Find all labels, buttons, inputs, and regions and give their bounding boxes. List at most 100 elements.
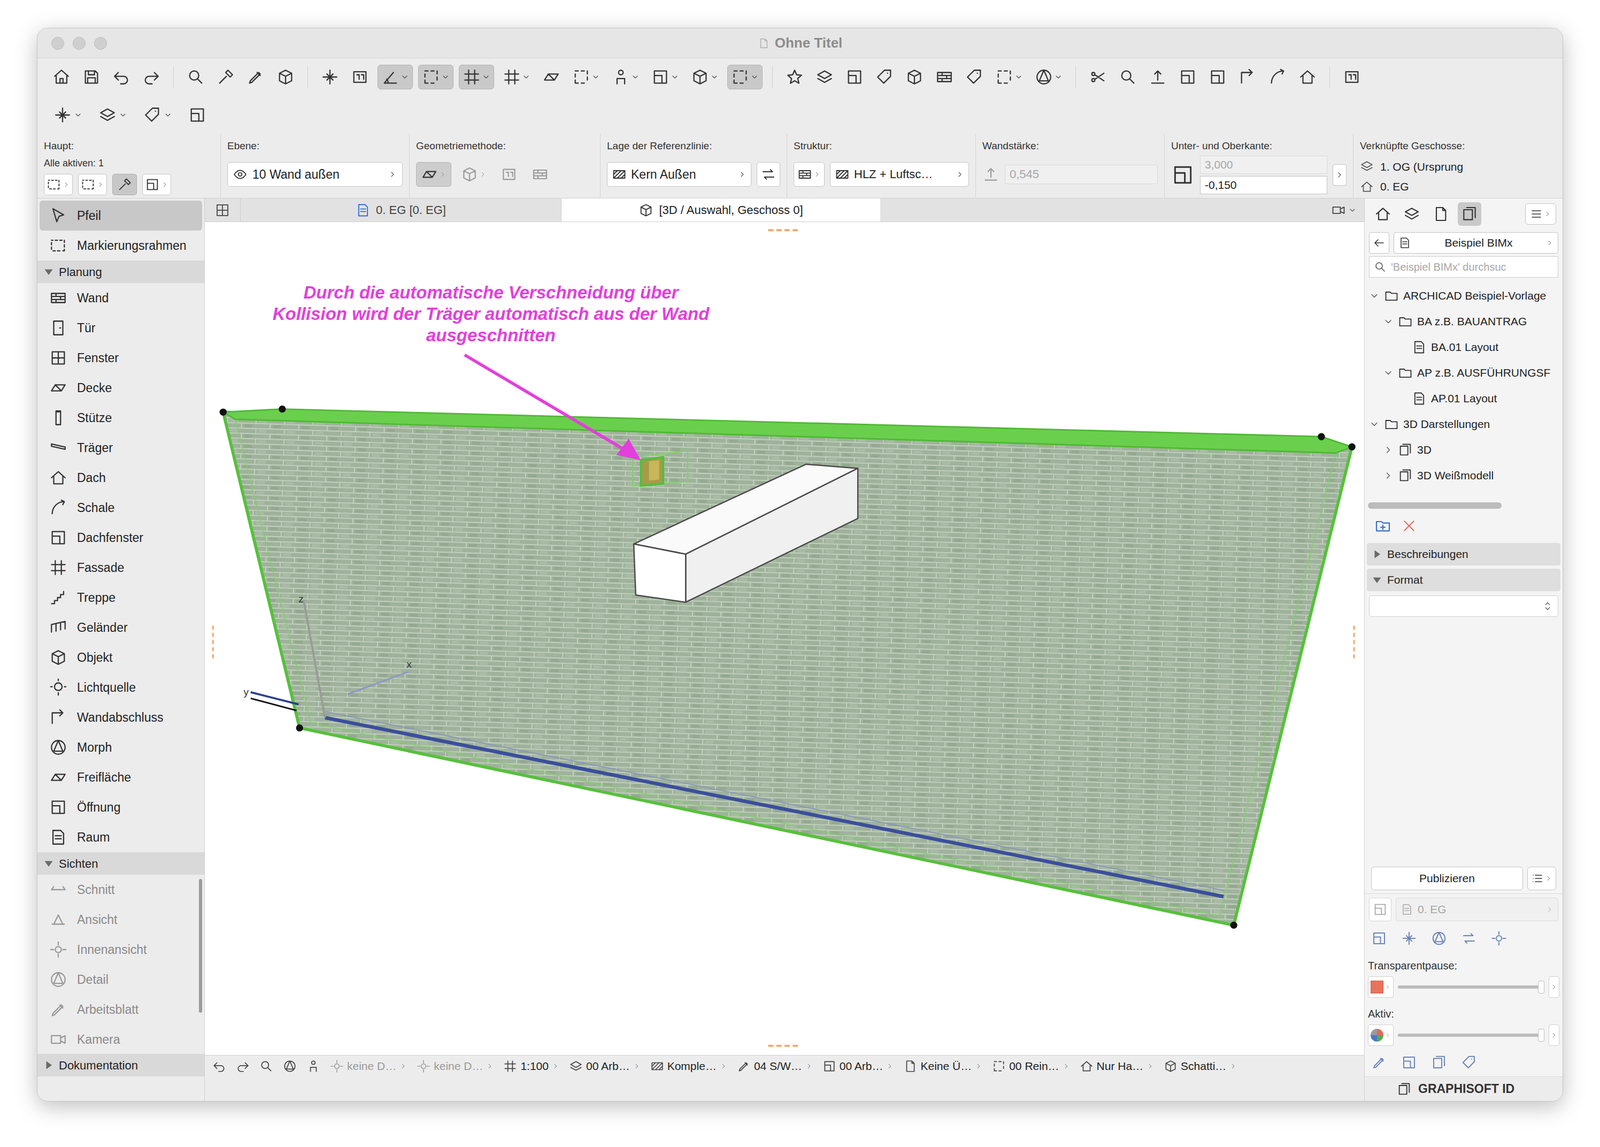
toolbox-item[interactable]: Dach xyxy=(39,462,203,493)
status-item[interactable]: keine D… xyxy=(329,1057,407,1075)
chevron-icon[interactable] xyxy=(1382,367,1394,379)
slider-thumb[interactable] xyxy=(1537,980,1545,994)
scrollbar-thumb[interactable] xyxy=(1367,502,1502,509)
toolbar-button[interactable] xyxy=(687,64,722,90)
toolbar-button[interactable] xyxy=(273,64,298,90)
panel-section-header[interactable]: Format xyxy=(1366,568,1561,591)
view-tab[interactable]: 0. EG [0. EG] xyxy=(240,198,562,222)
3d-canvas[interactable]: zyx xyxy=(204,221,1365,1055)
toolbar-button[interactable] xyxy=(568,64,604,90)
tree-item[interactable]: 3D Darstellungen xyxy=(1364,411,1563,437)
toolbar-button[interactable] xyxy=(539,64,564,90)
panel-section-header[interactable]: Beschreibungen xyxy=(1366,542,1561,566)
status-item[interactable]: Komple… xyxy=(650,1057,728,1075)
disclosure-triangle-icon[interactable] xyxy=(1372,574,1382,585)
toolbox-item[interactable]: Treppe xyxy=(39,582,203,613)
close-button[interactable] xyxy=(51,36,65,50)
publish-button[interactable]: Publizieren xyxy=(1371,866,1523,890)
geometry-method-button[interactable] xyxy=(527,162,553,187)
toolbar-button[interactable] xyxy=(962,64,987,90)
toolbox-item[interactable]: Schale xyxy=(39,492,203,523)
toolbox-item[interactable]: Stütze xyxy=(39,402,203,433)
slider-menu-button[interactable] xyxy=(1548,975,1560,998)
toolbox-item[interactable]: Wandabschluss xyxy=(39,702,203,733)
tree-item[interactable]: BA z.B. BAUANTRAG xyxy=(1364,308,1563,335)
toolbox-item[interactable]: Tür xyxy=(39,312,203,343)
toolbox-item[interactable]: Markierungsrahmen xyxy=(39,230,203,261)
tree-item[interactable]: ARCHICAD Beispiel-Vorlage xyxy=(1364,282,1563,309)
toolbox-item[interactable]: Fassade xyxy=(39,552,203,583)
geometry-method-button[interactable] xyxy=(496,162,522,187)
slider-track[interactable] xyxy=(1397,1033,1542,1037)
reference-line-dropdown[interactable]: Kern Außen xyxy=(606,162,752,187)
toolbar-button[interactable] xyxy=(317,64,343,90)
status-item[interactable]: 00 Arb… xyxy=(822,1057,895,1075)
chevron-icon[interactable] xyxy=(1382,470,1394,481)
toolbar-button[interactable] xyxy=(139,102,177,128)
new-folder-button[interactable] xyxy=(1374,517,1392,535)
toolbox-group-header[interactable]: Planung xyxy=(37,260,205,283)
magic-wand-button[interactable] xyxy=(112,173,137,196)
format-dropdown[interactable] xyxy=(1368,595,1559,617)
toolbox-item[interactable]: Raum xyxy=(39,821,203,852)
structure-dropdown[interactable]: HLZ + Luftsc… xyxy=(829,162,969,187)
back-button[interactable] xyxy=(1368,232,1390,254)
toolbar-button[interactable] xyxy=(608,64,643,90)
status-tool-button[interactable] xyxy=(235,1058,250,1073)
panel-button[interactable] xyxy=(1401,929,1418,946)
minimize-button[interactable] xyxy=(72,36,86,50)
toolbar-button[interactable] xyxy=(1295,64,1320,90)
toolbox-group-header[interactable]: Dokumentation xyxy=(37,1053,205,1076)
status-tool-button[interactable] xyxy=(282,1058,297,1073)
elevation-menu-button[interactable] xyxy=(1332,164,1347,186)
toolbox-item[interactable]: Morph xyxy=(39,732,203,763)
toolbar-button[interactable] xyxy=(1265,64,1290,90)
linked-story-row[interactable]: 1. OG (Ursprung xyxy=(1359,158,1557,176)
toolbox-item[interactable]: Geländer xyxy=(39,612,203,643)
status-tool-button[interactable] xyxy=(306,1058,321,1073)
slider-menu-button[interactable] xyxy=(1548,1024,1560,1046)
tree-item[interactable]: AP.01 Layout xyxy=(1364,385,1563,412)
toolbar-button[interactable] xyxy=(727,64,763,90)
toolbox-item[interactable]: Objekt xyxy=(39,642,203,673)
toolbar-button[interactable] xyxy=(377,64,413,90)
panel-button[interactable] xyxy=(1490,929,1507,946)
model-drawing[interactable]: zyx xyxy=(204,221,1365,1055)
toolbar-button[interactable] xyxy=(1175,64,1200,90)
scrollbar[interactable] xyxy=(198,874,205,1054)
navigator-mode-button[interactable] xyxy=(1457,202,1482,226)
disclosure-triangle-icon[interactable] xyxy=(1372,549,1382,559)
toolbox-item[interactable]: Pfeil xyxy=(39,200,203,231)
toolbar-button[interactable] xyxy=(458,64,495,90)
status-tool-button[interactable] xyxy=(259,1058,274,1073)
linked-story-row[interactable]: 0. EG xyxy=(1359,178,1557,196)
toolbar-button[interactable] xyxy=(932,64,957,90)
navigator-mode-button[interactable] xyxy=(1428,202,1453,226)
horizontal-scrollbar[interactable] xyxy=(1364,488,1563,512)
toolbox-item[interactable]: Wand xyxy=(39,282,203,313)
disclosure-triangle-icon[interactable] xyxy=(43,266,54,277)
zoom-button[interactable] xyxy=(94,36,107,50)
filter-dropdown[interactable] xyxy=(43,173,73,196)
toolbar-button[interactable] xyxy=(499,64,534,90)
toolbar-button[interactable] xyxy=(842,64,867,90)
toolbar-button[interactable] xyxy=(183,64,209,90)
toolbar-button[interactable] xyxy=(139,64,164,90)
navigator-mode-button[interactable] xyxy=(1371,202,1395,226)
disclosure-triangle-icon[interactable] xyxy=(43,1059,54,1070)
toolbar-button[interactable] xyxy=(79,64,104,90)
publisher-set-dropdown[interactable]: Beispiel BIMx xyxy=(1393,232,1559,254)
search-field[interactable] xyxy=(1368,256,1559,278)
toolbar-button[interactable] xyxy=(1145,64,1171,90)
search-input[interactable] xyxy=(1390,258,1554,275)
chevron-icon[interactable] xyxy=(1368,290,1380,302)
toolbar-button[interactable] xyxy=(872,64,897,90)
flip-button[interactable] xyxy=(756,162,781,187)
toolbar-button[interactable] xyxy=(1205,64,1230,90)
view-options-button[interactable] xyxy=(1323,198,1365,222)
tree-item[interactable]: BA.01 Layout xyxy=(1364,334,1563,360)
tree-item[interactable]: 3D xyxy=(1364,436,1563,463)
slider-swatch-button[interactable] xyxy=(1367,1024,1394,1046)
toolbox-item[interactable]: Freifläche xyxy=(39,762,203,792)
toolbar-button[interactable] xyxy=(183,102,211,128)
